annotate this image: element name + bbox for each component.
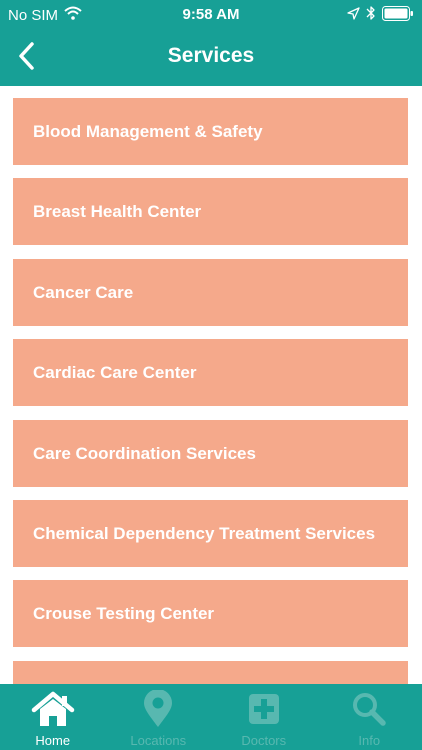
medical-cross-icon [211, 690, 317, 728]
tab-info[interactable]: Info [317, 684, 422, 750]
service-item-label: Chemical Dependency Treatment Services [33, 523, 376, 543]
tab-label-locations: Locations [130, 733, 187, 748]
page-title: Services [167, 44, 255, 67]
tab-bar: Home Locations Doctors Info [0, 684, 422, 750]
location-pin-icon [106, 690, 212, 728]
tab-label-info: Info [358, 733, 381, 748]
service-item-label: Crouse Testing Center [33, 603, 215, 623]
service-item-cardiac-care[interactable]: Cardiac Care Center [13, 339, 408, 406]
service-item-label: Cancer Care [33, 282, 134, 302]
service-item-cancer-care[interactable]: Cancer Care [13, 259, 408, 326]
tab-label-doctors: Doctors [241, 733, 287, 748]
service-item-care-coordination[interactable]: Care Coordination Services [13, 420, 408, 487]
nav-bar: Services [0, 30, 422, 86]
service-item-breast-health[interactable]: Breast Health Center [13, 178, 408, 245]
search-icon [317, 690, 422, 728]
tab-doctors[interactable]: Doctors [211, 684, 317, 750]
location-arrow-icon [347, 6, 360, 24]
status-bar: No SIM 9:58 AM [0, 0, 422, 30]
home-icon [0, 690, 106, 728]
service-item-label: Cardiac Care Center [33, 362, 197, 382]
service-item-chemical-dependency[interactable]: Chemical Dependency Treatment Services [13, 500, 408, 567]
service-item-partial[interactable] [13, 661, 408, 684]
bluetooth-icon [366, 5, 376, 25]
service-item-blood-management[interactable]: Blood Management & Safety [13, 98, 408, 165]
tab-label-home: Home [35, 733, 71, 748]
service-item-label: Blood Management & Safety [33, 121, 263, 141]
app-header: No SIM 9:58 AM Services [0, 0, 422, 86]
services-list: Blood Management & Safety Breast Health … [0, 86, 422, 684]
service-item-crouse-testing[interactable]: Crouse Testing Center [13, 580, 408, 647]
tab-locations[interactable]: Locations [106, 684, 212, 750]
service-item-label: Breast Health Center [33, 201, 202, 221]
tab-home[interactable]: Home [0, 684, 106, 750]
battery-icon [382, 5, 414, 25]
status-right [347, 5, 414, 25]
service-item-label: Care Coordination Services [33, 443, 256, 463]
